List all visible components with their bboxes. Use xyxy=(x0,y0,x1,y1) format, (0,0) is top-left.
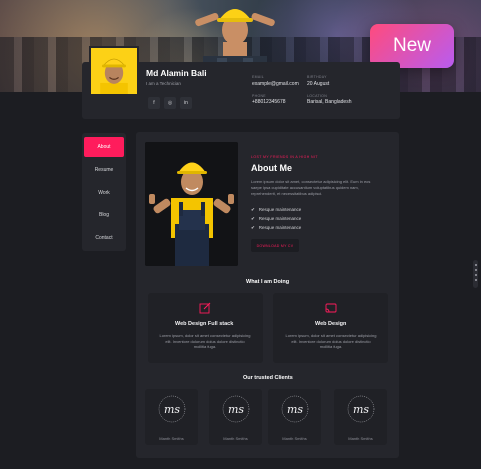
check-item: ✔ Resque maintenance xyxy=(251,225,302,230)
linkedin-icon[interactable]: in xyxy=(180,97,192,109)
service-title: Web Design Full stack xyxy=(175,321,234,327)
edit-icon xyxy=(199,302,211,314)
about-kicker: LOST MY FRIENDS IN A HIGH NIT xyxy=(251,155,318,159)
clients-title: Our trusted Clients xyxy=(243,375,293,381)
cast-icon xyxy=(325,303,337,313)
client-logo: ms xyxy=(222,395,250,423)
service-title: Web Design xyxy=(315,321,347,327)
scroll-dot xyxy=(474,274,477,276)
menu-item-work[interactable]: Work xyxy=(84,183,124,203)
service-text: Lorem ipsum, dolor sit amet consectetur … xyxy=(159,333,251,350)
check-item: ✔ Resque maintenance xyxy=(251,216,302,221)
scroll-dot xyxy=(474,264,477,266)
check-icon: ✔ xyxy=(251,225,255,230)
svg-text:ms: ms xyxy=(353,403,369,416)
avatar xyxy=(89,46,139,96)
birthday-value: 20 August xyxy=(307,81,330,87)
scroll-dot xyxy=(474,269,477,271)
email-label: EMAIL xyxy=(252,75,265,79)
client-logo: ms xyxy=(347,395,375,423)
profile-name: Md Alamin Bali xyxy=(146,68,207,78)
client-name: Manth Smiths xyxy=(223,436,248,441)
birthday-label: BIRTHDAY xyxy=(307,75,327,79)
check-icon: ✔ xyxy=(251,216,255,221)
check-icon: ✔ xyxy=(251,207,255,212)
menu-item-blog[interactable]: Blog xyxy=(84,205,124,225)
svg-text:ms: ms xyxy=(228,403,244,416)
svg-text:ms: ms xyxy=(287,403,303,416)
client-logo: ms xyxy=(158,395,186,423)
phone-label: PHONE xyxy=(252,94,266,98)
menu-item-contact[interactable]: Contact xyxy=(84,228,124,248)
instagram-icon[interactable]: ◎ xyxy=(164,97,176,109)
email-value[interactable]: example@gmail.com xyxy=(252,81,299,87)
about-title: About Me xyxy=(251,163,292,173)
about-text: Lorem ipsum dolor sit amet, consectetur … xyxy=(251,179,371,196)
location-value: Barisal, Bangladesh xyxy=(307,99,352,105)
scroll-dot xyxy=(474,279,477,281)
client-name: Manth Smiths xyxy=(159,436,184,441)
services-title: What I am Doing xyxy=(246,279,290,285)
check-item: ✔ Resque maintenance xyxy=(251,207,302,212)
location-label: LOCATION xyxy=(307,94,328,98)
client-name: Manth Smiths xyxy=(282,436,307,441)
about-photo xyxy=(145,142,238,266)
menu-item-about[interactable]: About xyxy=(84,137,124,157)
facebook-icon[interactable]: f xyxy=(148,97,160,109)
client-name: Manth Smiths xyxy=(348,436,373,441)
service-text: Lorem ipsum, dolor sit amet consectetur … xyxy=(285,333,377,350)
phone-value[interactable]: +88012345678 xyxy=(252,99,286,105)
download-cv-button[interactable]: DOWNLOAD MY CV xyxy=(251,239,299,252)
svg-text:ms: ms xyxy=(164,403,180,416)
profile-role: I am a Technician xyxy=(146,81,181,86)
client-logo: ms xyxy=(281,395,309,423)
menu-item-resume[interactable]: Resume xyxy=(84,160,124,180)
